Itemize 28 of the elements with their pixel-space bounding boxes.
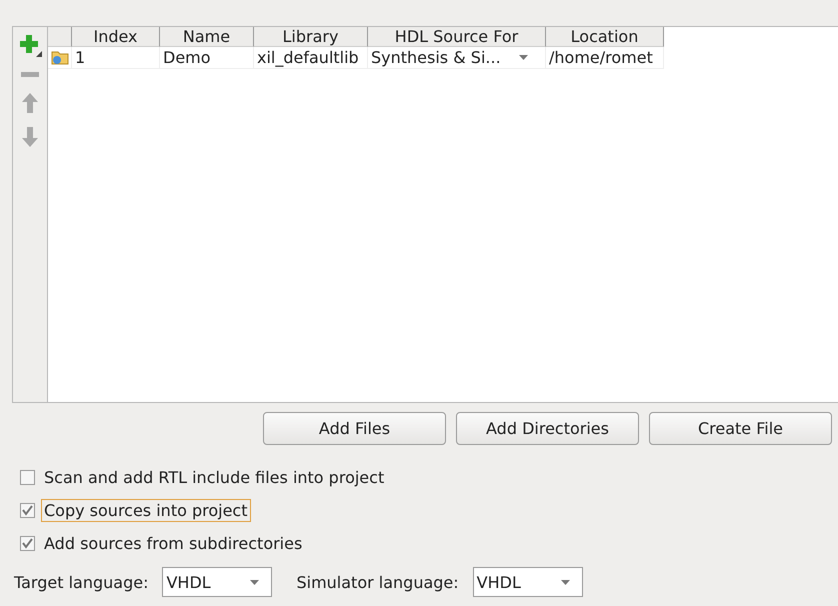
- checkbox[interactable]: [20, 470, 35, 485]
- target-language-label: Target language:: [14, 572, 148, 592]
- column-header[interactable]: Library: [254, 27, 368, 47]
- table-cell[interactable]: Synthesis & Si...: [368, 47, 546, 69]
- table-cell: Demo: [160, 47, 254, 69]
- column-header[interactable]: Location: [546, 27, 664, 47]
- column-header[interactable]: HDL Source For: [368, 27, 546, 47]
- folder-icon: [50, 50, 68, 65]
- checkbox[interactable]: [20, 536, 35, 551]
- target-language-dropdown[interactable]: VHDL: [162, 567, 272, 597]
- caret-icon: [250, 580, 260, 584]
- action-button[interactable]: Add Files: [263, 412, 446, 445]
- action-button[interactable]: Add Directories: [456, 412, 639, 445]
- caret-icon: [560, 580, 570, 584]
- action-button[interactable]: Create File: [649, 412, 832, 445]
- simulator-language-label: Simulator language:: [296, 572, 459, 592]
- column-header[interactable]: Index: [72, 27, 160, 47]
- checkbox-label[interactable]: Scan and add RTL include files into project: [41, 466, 388, 489]
- column-header[interactable]: Name: [160, 27, 254, 47]
- checkbox-label[interactable]: Add sources from subdirectories: [41, 532, 306, 555]
- simulator-language-dropdown[interactable]: VHDL: [472, 567, 583, 597]
- table-cell: /home/romet: [546, 47, 664, 69]
- checkbox-label[interactable]: Copy sources into project: [41, 499, 250, 522]
- table-cell: xil_defaultlib: [254, 47, 368, 69]
- plus-icon[interactable]: [18, 33, 42, 57]
- checkbox[interactable]: [20, 503, 35, 518]
- table-cell: 1: [72, 47, 160, 69]
- caret-icon: [518, 55, 528, 60]
